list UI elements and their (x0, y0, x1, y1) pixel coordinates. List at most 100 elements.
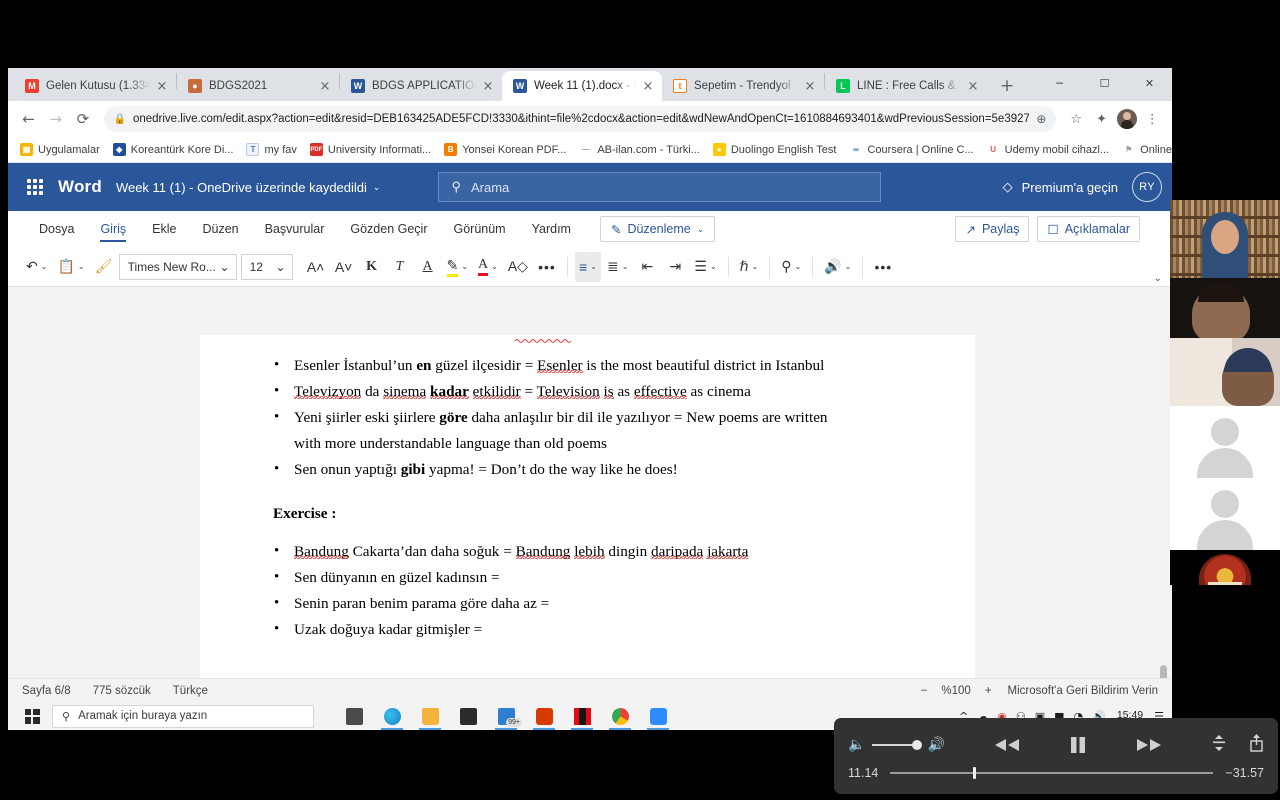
task-view-icon[interactable] (336, 702, 372, 730)
participant-tile-placeholder[interactable] (1170, 406, 1280, 478)
office-icon[interactable] (526, 702, 562, 730)
highlight-button[interactable]: ✎ ⌄ (443, 252, 472, 282)
volume-slider[interactable] (872, 740, 923, 750)
list-item[interactable]: Esenler İstanbul’un en güzel ilçesidir =… (268, 352, 913, 379)
bookmark-item[interactable]: Tmy fav (240, 140, 302, 159)
zoom-indicator-icon[interactable]: ⊕ (1036, 112, 1046, 126)
list-item[interactable]: Yeni şiirler eski şiirlere göre daha anl… (268, 404, 828, 457)
document-title[interactable]: Week 11 (1) - OneDrive üzerinde kaydedil… (116, 180, 381, 195)
ribbon-overflow-button[interactable]: ••• (870, 252, 896, 282)
address-bar[interactable]: 🔒 onedrive.live.com/edit.aspx?action=edi… (103, 106, 1057, 132)
microsoft-edge-icon[interactable] (374, 702, 410, 730)
bookmark-item[interactable]: ● Duolingo English Test (707, 140, 843, 159)
bookmark-item[interactable]: B Yonsei Korean PDF... (438, 140, 572, 159)
profile-avatar[interactable] (1115, 106, 1138, 132)
font-color-button[interactable]: A ⌄ (474, 252, 502, 282)
align-button[interactable]: ☰ ⌄ (690, 252, 720, 282)
microsoft-store-icon[interactable] (450, 702, 486, 730)
volume-knob[interactable] (912, 740, 923, 750)
document-page[interactable]: Esenler İstanbul’un en güzel ilçesidir =… (200, 335, 975, 678)
taskbar-search-input[interactable]: ⚲ Aramak için buraya yazın (52, 704, 314, 728)
tab-basvurular[interactable]: Başvurular (252, 211, 338, 247)
new-tab-button[interactable]: + (993, 72, 1021, 100)
participant-tile[interactable] (1170, 550, 1280, 585)
progress-handle[interactable] (972, 767, 976, 779)
tab-giris[interactable]: Giriş (87, 211, 139, 247)
browser-menu-icon[interactable]: ⋮ (1141, 106, 1164, 132)
styles-button[interactable]: ℏ ⌄ (736, 252, 763, 282)
word-brand-label[interactable]: Word (58, 177, 102, 197)
find-button[interactable]: ⚲ ⌄ (777, 252, 805, 282)
italic-button[interactable]: T (387, 252, 413, 282)
bookmark-item[interactable]: ∞ Coursera | Online C... (843, 140, 979, 159)
underline-button[interactable]: A (415, 252, 441, 282)
netflix-icon[interactable] (564, 702, 600, 730)
page-indicator[interactable]: Sayfa 6/8 (22, 685, 71, 697)
list-item[interactable]: Senin paran benim parama göre daha az = (268, 590, 913, 617)
numbered-list-button[interactable]: ≣ ⌄ (603, 252, 632, 282)
increase-indent-button[interactable]: ⇥ (662, 252, 688, 282)
list-item[interactable]: Sen dünyanın en güzel kadınsın = (268, 564, 913, 591)
close-icon[interactable]: × (640, 78, 656, 94)
fast-forward-icon[interactable] (1134, 737, 1164, 753)
premium-upsell-button[interactable]: ◇ Premium'a geçin (1003, 179, 1118, 195)
word-count[interactable]: 775 sözcük (93, 685, 151, 697)
close-window-button[interactable]: ✕ (1127, 68, 1172, 99)
reload-icon[interactable]: ⟳ (70, 105, 95, 133)
tab-gorunum[interactable]: Görünüm (440, 211, 518, 247)
list-item[interactable]: Sen onun yaptığı gibi yapma! = Don’t do … (268, 456, 913, 483)
progress-slider[interactable] (890, 767, 1214, 779)
document-scrollbar[interactable] (1158, 335, 1170, 678)
close-icon[interactable]: × (802, 78, 818, 94)
clear-formatting-button[interactable]: A◇ (504, 252, 532, 282)
bookmark-item[interactable]: U Udemy mobil cihazl... (981, 140, 1116, 159)
close-icon[interactable]: × (965, 78, 981, 94)
bookmark-item[interactable]: ▦ Uygulamalar (14, 140, 106, 159)
bookmark-star-icon[interactable]: ☆ (1064, 106, 1087, 132)
tab-ekle[interactable]: Ekle (139, 211, 189, 247)
zoom-in-button[interactable]: + (985, 685, 992, 697)
share-up-icon[interactable] (1249, 733, 1264, 757)
tab-dosya[interactable]: Dosya (26, 211, 87, 247)
participant-tile[interactable] (1170, 278, 1280, 338)
back-icon[interactable]: ← (16, 105, 41, 133)
browser-tab[interactable]: ● BDGS2021 × (177, 71, 339, 101)
browser-tab-active[interactable]: W Week 11 (1).docx - Microsoft × (502, 71, 662, 101)
account-avatar[interactable]: RY (1132, 172, 1162, 202)
decrease-indent-button[interactable]: ⇤ (634, 252, 660, 282)
dictate-button[interactable]: 🔊 ⌄ (820, 252, 855, 282)
undo-button[interactable]: ↶ ⌄ (22, 252, 51, 282)
resize-icon[interactable] (1211, 734, 1227, 757)
format-painter-button[interactable]: 🖌 (91, 252, 117, 282)
bookmark-item[interactable]: ◆ Koreantürk Kore Di... (107, 140, 240, 159)
zoom-level[interactable]: %100 (941, 685, 970, 697)
waffle-icon[interactable] (18, 170, 52, 204)
share-button[interactable]: ↗ Paylaş (955, 216, 1030, 242)
browser-tab[interactable]: L LINE : Free Calls & Messages × (825, 71, 987, 101)
start-button[interactable] (12, 702, 52, 730)
paste-button[interactable]: 📋 ⌄ (53, 252, 88, 282)
file-explorer-icon[interactable] (412, 702, 448, 730)
extensions-icon[interactable]: ✦ (1090, 106, 1113, 132)
pause-icon[interactable] (1068, 735, 1088, 755)
google-chrome-icon[interactable] (602, 702, 638, 730)
tab-yardim[interactable]: Yardım (519, 211, 584, 247)
mail-icon[interactable]: 99+ (488, 702, 524, 730)
close-icon[interactable]: × (480, 78, 496, 94)
bullet-list-button[interactable]: ≡ ⌄ (574, 251, 601, 282)
zoom-out-button[interactable]: − (921, 685, 928, 697)
grow-font-button[interactable]: A˄ (303, 252, 329, 282)
participant-tile[interactable] (1170, 200, 1280, 278)
collapse-ribbon-icon[interactable]: ⌄ (1154, 273, 1162, 284)
minimize-button[interactable]: ─ (1037, 68, 1082, 99)
search-input[interactable]: ⚲ Arama (438, 172, 882, 202)
list-item[interactable]: Uzak doğuya kadar gitmişler = (268, 616, 913, 643)
browser-tab[interactable]: M Gelen Kutusu (1.334) - rumey × (14, 71, 176, 101)
list-item[interactable]: Bandung Cakarta’dan daha soğuk = Bandung… (268, 538, 913, 565)
participant-tile[interactable] (1170, 338, 1280, 406)
close-icon[interactable]: × (154, 78, 170, 94)
maximize-button[interactable]: ☐ (1082, 68, 1127, 99)
shrink-font-button[interactable]: A˅ (331, 252, 357, 282)
participant-tile-placeholder[interactable] (1170, 478, 1280, 550)
font-overflow-button[interactable]: ••• (534, 252, 560, 282)
